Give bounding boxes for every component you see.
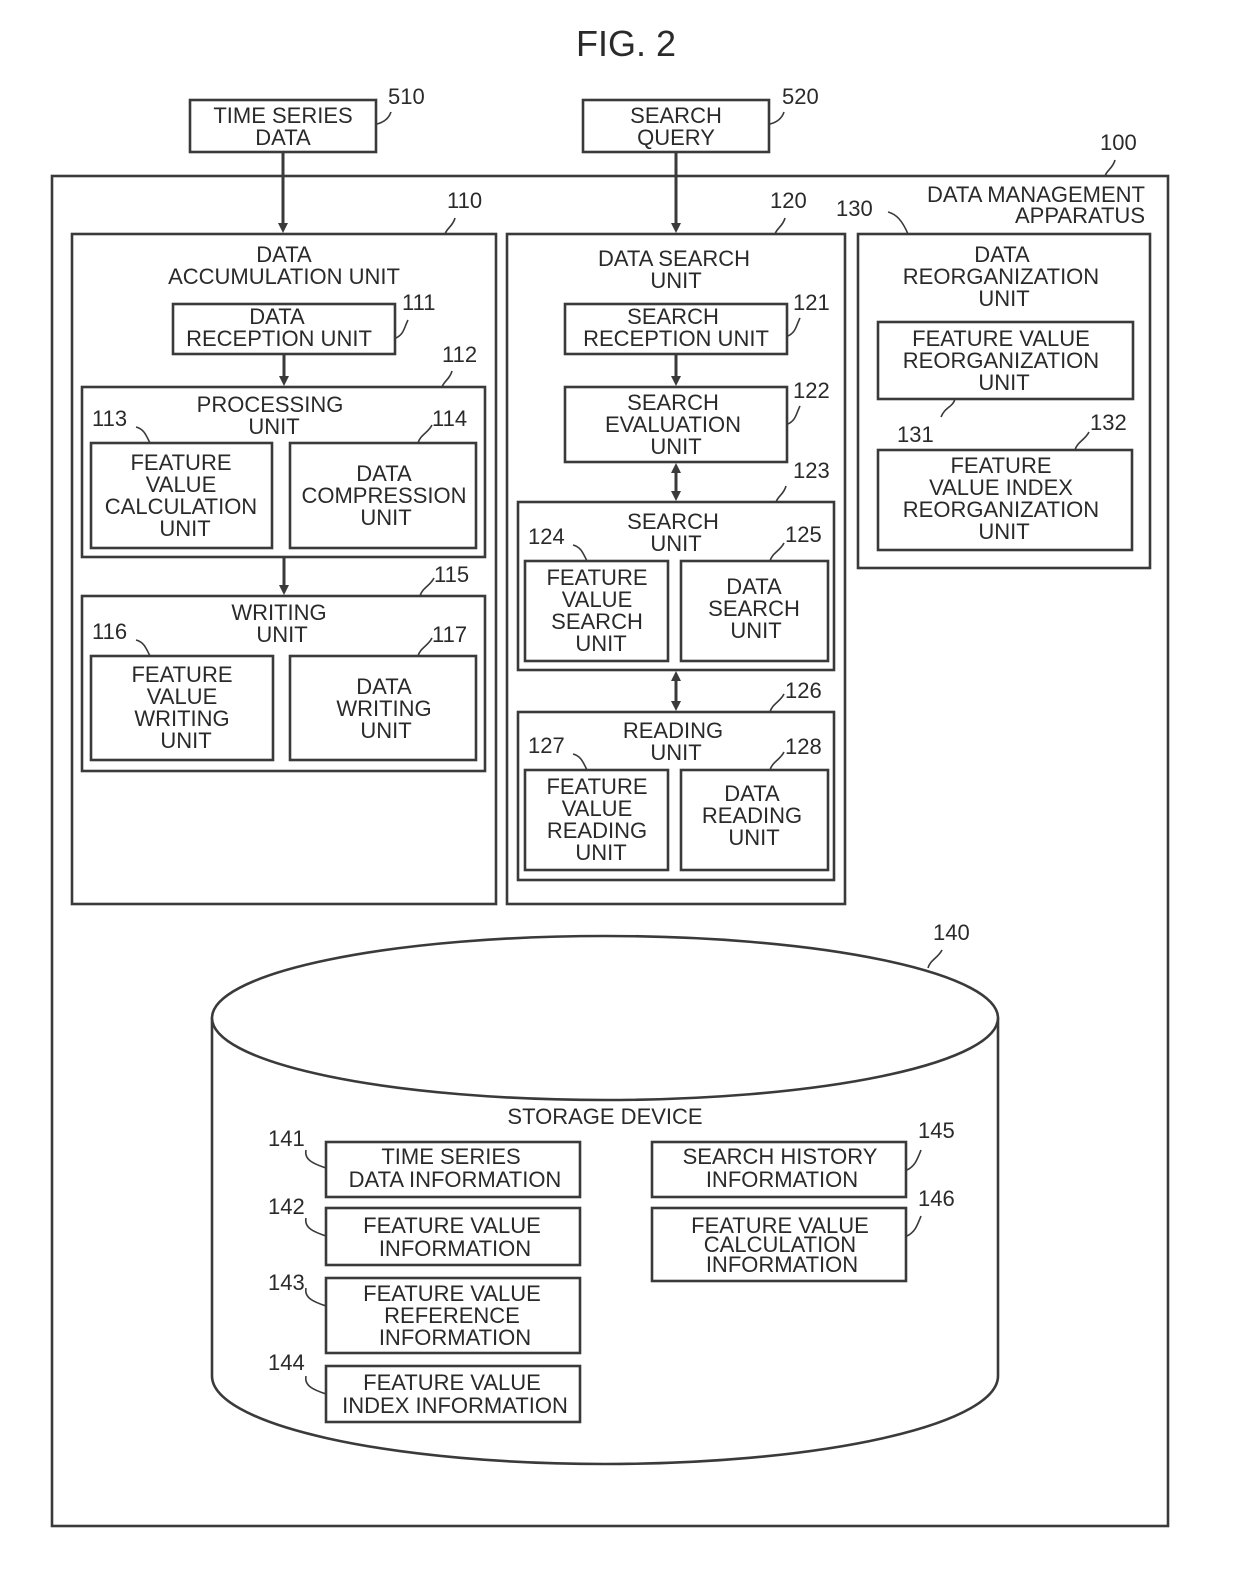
ref-111: 111 — [402, 290, 435, 315]
unit-label: UNIT — [159, 516, 210, 541]
unit-label: UNIT — [650, 434, 701, 459]
storage-item-label: INFORMATION — [379, 1325, 531, 1350]
ref-142: 142 — [268, 1194, 305, 1219]
ref-127: 127 — [528, 733, 565, 758]
unit-label: UNIT — [248, 414, 299, 439]
input-time-series-data: TIME SERIES DATA 510 — [188, 84, 425, 154]
ref-128: 128 — [785, 734, 822, 759]
ref-126: 126 — [785, 678, 822, 703]
ref-132: 132 — [1090, 410, 1127, 435]
storage-item-label: TIME SERIES — [381, 1144, 520, 1169]
ref-141: 141 — [268, 1126, 305, 1151]
unit-label: UNIT — [575, 631, 626, 656]
ref-144: 144 — [268, 1350, 305, 1375]
ref-131: 131 — [897, 422, 934, 447]
unit-label: ACCUMULATION UNIT — [168, 264, 400, 289]
unit-label: UNIT — [575, 840, 626, 865]
unit-label: RECEPTION UNIT — [583, 326, 769, 351]
unit-label: UNIT — [978, 519, 1029, 544]
unit-label: UNIT — [360, 505, 411, 530]
ref-125: 125 — [785, 522, 822, 547]
ref-140: 140 — [933, 920, 970, 945]
input-label: DATA — [255, 125, 311, 150]
storage-item-label: INFORMATION — [379, 1236, 531, 1261]
ref-116: 116 — [92, 619, 127, 644]
ref-100: 100 — [1100, 130, 1137, 155]
unit-label: UNIT — [650, 268, 701, 293]
input-label: QUERY — [637, 125, 715, 150]
storage-item-label: INFORMATION — [706, 1252, 858, 1277]
fig2-diagram: FIG. 2 TIME SERIES DATA 510 SEARCH QUERY… — [50, 23, 1170, 1528]
ref-114: 114 — [432, 406, 467, 431]
unit-label: UNIT — [978, 370, 1029, 395]
unit-label: UNIT — [730, 618, 781, 643]
storage-item-label: INDEX INFORMATION — [342, 1393, 568, 1418]
ref-130: 130 — [836, 196, 873, 221]
storage-item-label: FEATURE VALUE — [363, 1370, 541, 1395]
ref-122: 122 — [793, 378, 830, 403]
ref-124: 124 — [528, 524, 565, 549]
storage-item-label: SEARCH HISTORY — [683, 1144, 878, 1169]
ref-115: 115 — [434, 562, 469, 587]
storage-item-label: FEATURE VALUE — [363, 1213, 541, 1238]
unit-label: UNIT — [360, 718, 411, 743]
unit-label: UNIT — [256, 622, 307, 647]
storage-item-label: DATA INFORMATION — [349, 1167, 562, 1192]
unit-label: UNIT — [728, 825, 779, 850]
ref-112: 112 — [442, 342, 477, 367]
storage-device: 140 STORAGE DEVICE TIME SERIES DATA INFO… — [210, 920, 1000, 1466]
ref-145: 145 — [918, 1118, 955, 1143]
ref-520: 520 — [782, 84, 819, 109]
ref-123: 123 — [793, 458, 830, 483]
data-accumulation-unit: 110 DATA ACCUMULATION UNIT DATA RECEPTIO… — [70, 188, 498, 906]
unit-label: RECEPTION UNIT — [186, 326, 372, 351]
input-search-query: SEARCH QUERY 520 — [581, 84, 819, 154]
storage-label: STORAGE DEVICE — [507, 1104, 702, 1129]
ref-121: 121 — [793, 290, 830, 315]
ref-143: 143 — [268, 1270, 305, 1295]
unit-label: UNIT — [650, 531, 701, 556]
ref-117: 117 — [432, 622, 467, 647]
ref-146: 146 — [918, 1186, 955, 1211]
unit-label: UNIT — [160, 728, 211, 753]
ref-510: 510 — [388, 84, 425, 109]
data-search-unit: 120 DATA SEARCH UNIT SEARCH RECEPTION UN… — [505, 188, 847, 906]
ref-113: 113 — [92, 406, 127, 431]
ref-110: 110 — [447, 188, 482, 213]
apparatus-label: APPARATUS — [1015, 203, 1145, 228]
unit-label: UNIT — [978, 286, 1029, 311]
figure-title: FIG. 2 — [576, 23, 676, 64]
unit-label: UNIT — [650, 740, 701, 765]
storage-item-label: INFORMATION — [706, 1167, 858, 1192]
ref-120: 120 — [770, 188, 807, 213]
data-reorganization-unit: 130 DATA REORGANIZATION UNIT FEATURE VAL… — [836, 196, 1152, 570]
